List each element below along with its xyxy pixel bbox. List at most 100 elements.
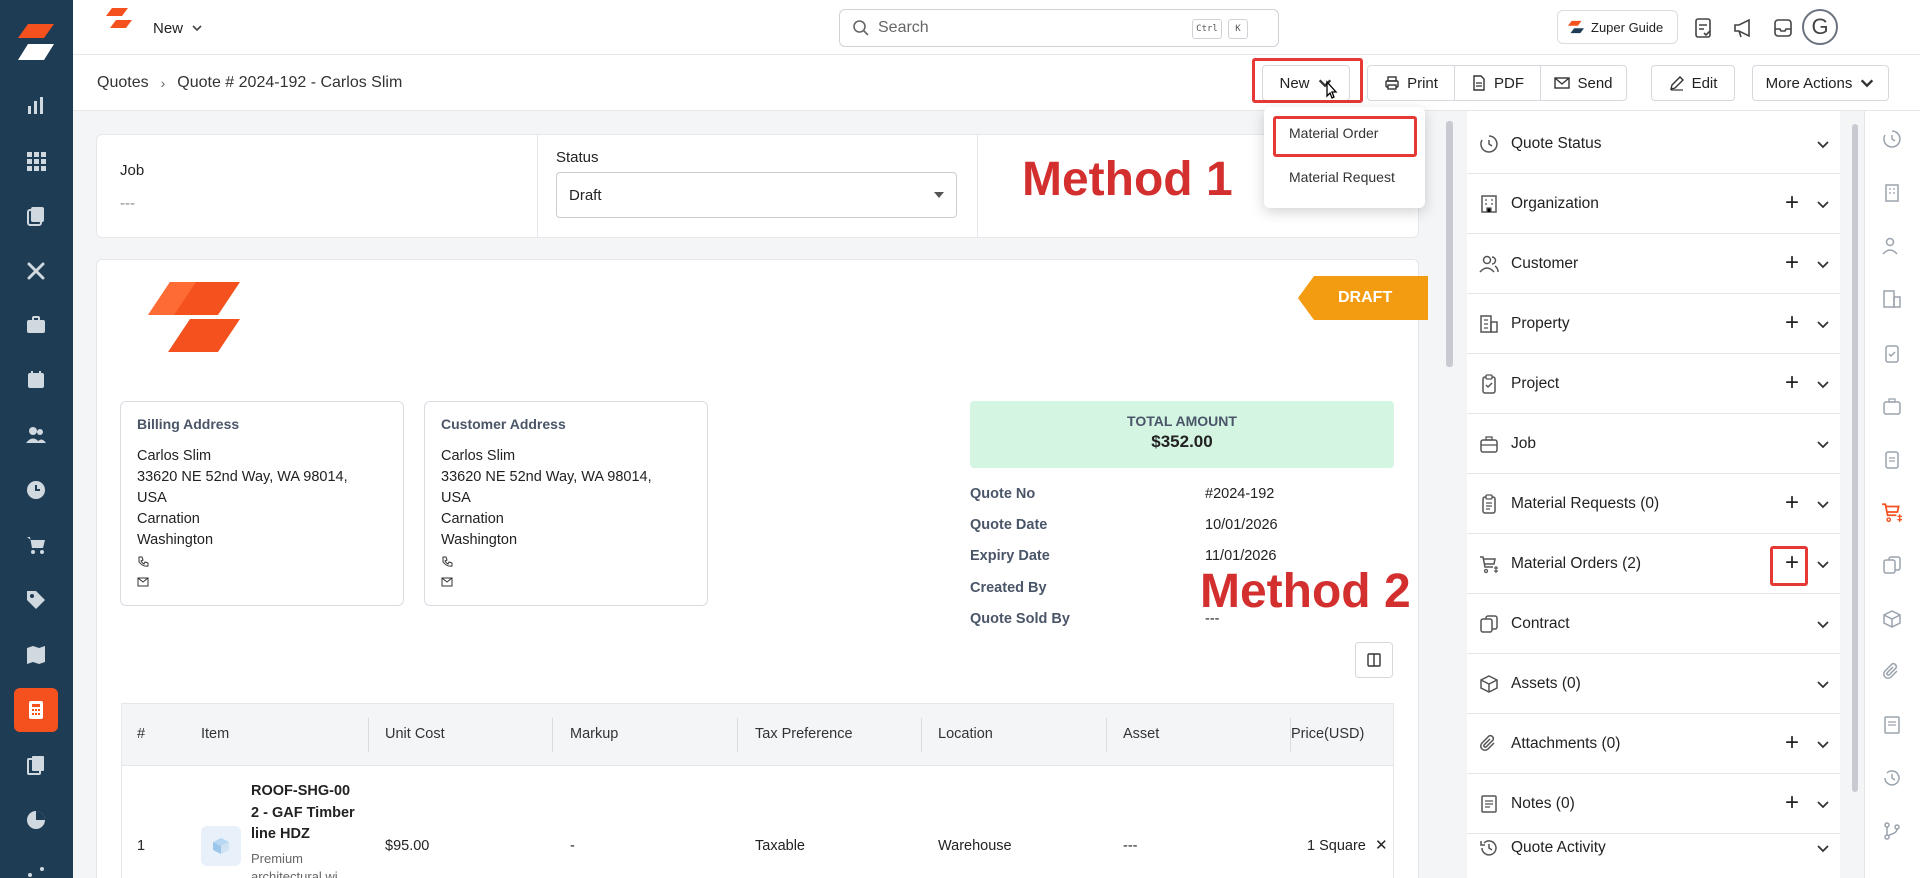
quote-sold-by-label: Quote Sold By: [970, 611, 1070, 627]
megaphone-icon[interactable]: [1730, 15, 1756, 41]
add-project-button[interactable]: +: [1780, 369, 1804, 396]
status-badge: DRAFT: [1298, 276, 1428, 320]
table-row[interactable]: 1 ROOF-SHG-00 2 - GAF Timber line HDZ Pr…: [121, 765, 1394, 878]
chevron-down-icon[interactable]: [1815, 676, 1831, 692]
section-title: Customer: [1511, 255, 1579, 272]
building-icon: [1481, 195, 1497, 213]
calendar-icon[interactable]: [14, 358, 58, 402]
map-icon[interactable]: [14, 633, 58, 677]
price-quantity-value: 1 Square: [1307, 838, 1366, 854]
chevron-down-icon[interactable]: [1815, 796, 1831, 812]
status-select[interactable]: Draft: [556, 172, 957, 218]
chevron-down-icon[interactable]: [1815, 496, 1831, 512]
users-icon[interactable]: [1881, 235, 1903, 257]
inbox-icon[interactable]: [1770, 15, 1796, 41]
documents-icon[interactable]: [14, 743, 58, 787]
clipboard-check-icon[interactable]: [1881, 342, 1903, 364]
section-material-orders[interactable]: Material Orders (2) +: [1467, 534, 1840, 594]
add-customer-button[interactable]: +: [1780, 249, 1804, 276]
property-icon[interactable]: [1881, 288, 1903, 310]
chevron-down-icon[interactable]: [1815, 736, 1831, 752]
edit-button[interactable]: Edit: [1651, 65, 1735, 101]
menu-item-material-request[interactable]: Material Request: [1289, 169, 1395, 185]
add-organization-button[interactable]: +: [1780, 189, 1804, 216]
add-material-order-button[interactable]: +: [1780, 549, 1804, 576]
pdf-button[interactable]: PDF: [1454, 65, 1541, 101]
avatar[interactable]: G: [1802, 9, 1838, 45]
git-branch-icon[interactable]: [1881, 820, 1903, 842]
section-title: Material Orders (2): [1511, 555, 1642, 572]
send-button[interactable]: Send: [1540, 65, 1627, 101]
chevron-down-icon[interactable]: [1815, 840, 1831, 856]
section-assets[interactable]: Assets (0): [1467, 654, 1840, 714]
tax-preference-value: Taxable: [755, 838, 805, 854]
tag-icon[interactable]: [14, 578, 58, 622]
column-header-asset: Asset: [1123, 726, 1160, 742]
customer-city: Carnation: [441, 511, 504, 527]
pie-chart-icon[interactable]: [14, 798, 58, 842]
chevron-down-icon[interactable]: [1815, 316, 1831, 332]
section-quote-activity[interactable]: Quote Activity: [1467, 818, 1840, 878]
tools-icon[interactable]: [14, 249, 58, 293]
section-project[interactable]: Project +: [1467, 354, 1840, 414]
section-organization[interactable]: Organization +: [1467, 174, 1840, 234]
section-attachments[interactable]: Attachments (0) +: [1467, 714, 1840, 774]
cart-dollar-icon[interactable]: [1881, 501, 1903, 523]
section-quote-status[interactable]: Quote Status: [1467, 114, 1840, 174]
history-icon[interactable]: [1881, 767, 1903, 789]
main-scrollbar[interactable]: [1446, 121, 1453, 367]
apps-icon[interactable]: [14, 139, 58, 183]
chevron-down-icon[interactable]: [1815, 196, 1831, 212]
chevron-down-icon[interactable]: [1815, 436, 1831, 452]
chevron-down-icon[interactable]: [1815, 256, 1831, 272]
section-property[interactable]: Property +: [1467, 294, 1840, 354]
briefcase-icon: [1480, 436, 1498, 453]
zuper-logo-icon[interactable]: [14, 20, 58, 64]
customer-state: Washington: [441, 532, 518, 548]
zuper-guide-button[interactable]: Zuper Guide: [1557, 10, 1678, 44]
add-attachment-button[interactable]: +: [1780, 729, 1804, 756]
chevron-down-icon[interactable]: [1815, 376, 1831, 392]
search-input[interactable]: [878, 19, 1178, 37]
quote-status-icon[interactable]: [1881, 128, 1903, 150]
add-material-request-button[interactable]: +: [1780, 489, 1804, 516]
users-icon[interactable]: [14, 413, 58, 457]
mouse-cursor-icon: [1326, 80, 1338, 99]
cart-icon[interactable]: [14, 523, 58, 567]
contract-icon[interactable]: [1881, 554, 1903, 576]
global-new-dropdown[interactable]: New: [153, 17, 203, 39]
more-icon[interactable]: [14, 853, 58, 878]
zuper-logo-icon[interactable]: [106, 7, 132, 29]
close-icon[interactable]: ✕: [1375, 836, 1388, 854]
billing-state: Washington: [137, 532, 214, 548]
add-note-button[interactable]: +: [1780, 789, 1804, 816]
clipboard-list-icon[interactable]: [1881, 448, 1903, 470]
search-box[interactable]: Ctrl K: [839, 9, 1279, 47]
add-property-button[interactable]: +: [1780, 309, 1804, 336]
more-actions-button[interactable]: More Actions: [1752, 65, 1889, 101]
section-job[interactable]: Job: [1467, 414, 1840, 474]
section-material-requests[interactable]: Material Requests (0) +: [1467, 474, 1840, 534]
clock-icon[interactable]: [14, 468, 58, 512]
history-icon: [1480, 840, 1497, 856]
calculator-icon[interactable]: [14, 688, 58, 732]
column-layout-button[interactable]: [1355, 642, 1393, 678]
briefcase-icon[interactable]: [1881, 395, 1903, 417]
section-contract[interactable]: Contract: [1467, 594, 1840, 654]
print-button[interactable]: Print: [1367, 65, 1455, 101]
notes-icon[interactable]: [1881, 714, 1903, 736]
paperclip-icon[interactable]: [1881, 661, 1903, 683]
quotes-stack-icon[interactable]: [14, 194, 58, 238]
chevron-down-icon[interactable]: [1815, 556, 1831, 572]
chevron-down-icon[interactable]: [1815, 136, 1831, 152]
checklist-icon[interactable]: [1690, 15, 1716, 41]
right-panel-scrollbar[interactable]: [1852, 124, 1858, 792]
menu-item-material-order[interactable]: Material Order: [1289, 125, 1378, 141]
chevron-down-icon[interactable]: [1815, 616, 1831, 632]
briefcase-icon[interactable]: [14, 303, 58, 347]
section-customer[interactable]: Customer +: [1467, 234, 1840, 294]
breadcrumb-quotes-link[interactable]: Quotes: [97, 74, 149, 92]
building-icon[interactable]: [1881, 182, 1903, 204]
dashboard-icon[interactable]: [14, 84, 58, 128]
cube-icon[interactable]: [1881, 608, 1903, 630]
